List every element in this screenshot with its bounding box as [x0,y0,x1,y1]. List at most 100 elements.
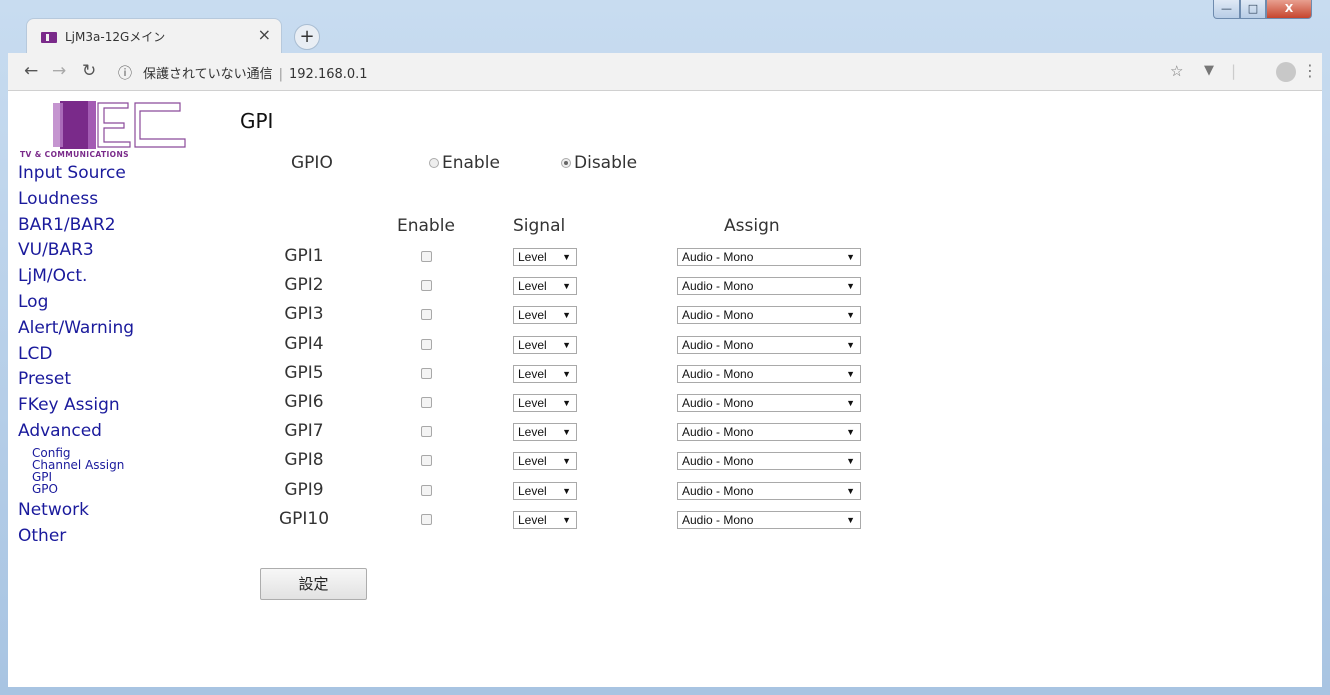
browser-toolbar: ← → ↻ ⓘ 保護されていない通信 | 192.168.0.1 ☆ ▼ | ⋮ [8,53,1322,91]
tab-close-icon[interactable]: × [258,26,271,44]
address-separator: | [278,67,284,82]
dropdown-arrow-icon: ▼ [562,368,571,379]
signal-value: Level [518,279,547,294]
reload-icon[interactable]: ↻ [82,61,96,81]
dropdown-arrow-icon: ▼ [562,310,571,321]
page-title: GPI [240,109,274,133]
signal-value: Level [518,425,547,440]
tab-strip: LjM3a-12Gメイン × + [8,8,1322,54]
signal-select[interactable]: Level ▼ [513,481,577,500]
gpi-label: GPI10 [278,508,330,529]
signal-select[interactable]: Level ▼ [513,510,577,529]
signal-select[interactable]: Level ▼ [513,335,577,354]
assign-value: Audio - Mono [682,337,754,352]
gpio-disable-option[interactable]: Disable [561,153,637,173]
sidebar-item-bar1-bar2[interactable]: BAR1/BAR2 [18,213,228,239]
gpi-enable-checkbox[interactable] [421,396,432,408]
table-row: GPI4 Level ▼ Audio - Mono ▼ [8,332,908,361]
assign-select[interactable]: Audio - Mono ▼ [677,364,861,383]
assign-select[interactable]: Audio - Mono ▼ [677,481,861,500]
assign-select[interactable]: Audio - Mono ▼ [677,452,861,471]
gpi-enable-checkbox[interactable] [421,513,432,525]
assign-select[interactable]: Audio - Mono ▼ [677,510,861,529]
dropdown-arrow-icon: ▼ [562,514,571,525]
tab-title: LjM3a-12Gメイン [65,30,166,44]
signal-select[interactable]: Level ▼ [513,364,577,383]
dropdown-arrow-icon: ▼ [562,427,571,438]
dropdown-arrow-icon: ▼ [562,485,571,496]
kebab-menu-icon[interactable]: ⋮ [1302,61,1318,80]
address-bar[interactable]: 保護されていない通信 | 192.168.0.1 [143,63,368,82]
gpi-enable-checkbox[interactable] [421,309,432,321]
gpio-disable-radio[interactable] [561,158,571,168]
forward-arrow-icon[interactable]: → [52,61,66,81]
gpio-enable-option[interactable]: Enable [429,153,500,173]
table-row: GPI10 Level ▼ Audio - Mono ▼ [8,507,908,536]
signal-select[interactable]: Level ▼ [513,423,577,442]
gpio-enable-radio[interactable] [429,158,439,168]
gpi-label: GPI6 [284,391,324,412]
assign-value: Audio - Mono [682,483,754,498]
gpi-label: GPI3 [284,304,324,325]
address-url: 192.168.0.1 [289,67,368,82]
signal-select[interactable]: Level ▼ [513,277,577,296]
gpi-enable-checkbox[interactable] [421,251,432,262]
browser-tab[interactable]: LjM3a-12Gメイン × [26,18,282,54]
assign-value: Audio - Mono [682,250,754,264]
signal-select[interactable]: Level ▼ [513,306,577,325]
security-status: 保護されていない通信 [143,67,273,82]
company-logo: TV & COMMUNICATIONS [20,101,186,159]
submit-button[interactable]: 設定 [260,568,367,600]
assign-select[interactable]: Audio - Mono ▼ [677,393,861,412]
gpi-label: GPI2 [284,275,324,296]
column-header-assign: Assign [724,216,780,236]
assign-select[interactable]: Audio - Mono ▼ [677,335,861,354]
back-arrow-icon[interactable]: ← [24,61,38,81]
signal-value: Level [518,366,547,381]
gpi-enable-checkbox[interactable] [421,484,432,496]
gpi-enable-checkbox[interactable] [421,426,432,438]
info-icon[interactable]: ⓘ [118,63,132,83]
site-favicon-icon [41,32,57,43]
assign-select[interactable]: Audio - Mono ▼ [677,277,861,296]
dropdown-arrow-icon: ▼ [846,368,855,379]
star-icon[interactable]: ☆ [1170,62,1183,80]
new-tab-button[interactable]: + [294,24,320,50]
signal-select[interactable]: Level ▼ [513,248,577,266]
dropdown-arrow-icon: ▼ [846,339,855,350]
gpi-label: GPI1 [284,246,324,266]
signal-value: Level [518,395,547,410]
gpi-enable-checkbox[interactable] [421,280,432,292]
profile-avatar-icon[interactable] [1276,62,1296,82]
dropdown-arrow-icon: ▼ [562,281,571,292]
dropdown-arrow-icon: ▼ [846,281,855,292]
dropdown-arrow-icon: ▼ [846,485,855,496]
gpio-setting: GPIO Enable Disable [8,153,908,177]
extension-icon[interactable]: ▼ [1204,63,1214,78]
assign-select[interactable]: Audio - Mono ▼ [677,306,861,325]
toolbar-divider: | [1231,62,1237,80]
assign-value: Audio - Mono [682,308,754,323]
signal-value: Level [518,250,547,264]
gpi-enable-checkbox[interactable] [421,338,432,350]
assign-value: Audio - Mono [682,279,754,294]
table-row: GPI9 Level ▼ Audio - Mono ▼ [8,478,908,507]
dropdown-arrow-icon: ▼ [846,397,855,408]
dropdown-arrow-icon: ▼ [846,252,855,262]
page-content: TV & COMMUNICATIONS Input Source Loudnes… [8,91,1322,687]
assign-value: Audio - Mono [682,366,754,381]
signal-select[interactable]: Level ▼ [513,393,577,412]
gpi-label: GPI8 [284,450,324,471]
dropdown-arrow-icon: ▼ [562,456,571,467]
gpi-enable-checkbox[interactable] [421,455,432,467]
gpi-label: GPI9 [284,479,324,500]
gpi-table: GPI1 Level ▼ Audio - Mono ▼ GPI2 Level ▼ Audio -… [8,244,908,536]
gpio-label: GPIO [291,153,333,173]
signal-select[interactable]: Level ▼ [513,452,577,471]
sidebar-item-loudness[interactable]: Loudness [18,187,228,213]
browser-window: — □ X LjM3a-12Gメイン × + ← → ↻ ⓘ 保護されていない通… [0,0,1330,695]
assign-select[interactable]: Audio - Mono ▼ [677,248,861,266]
table-row: GPI7 Level ▼ Audio - Mono ▼ [8,419,908,448]
assign-select[interactable]: Audio - Mono ▼ [677,423,861,442]
gpi-enable-checkbox[interactable] [421,367,432,379]
